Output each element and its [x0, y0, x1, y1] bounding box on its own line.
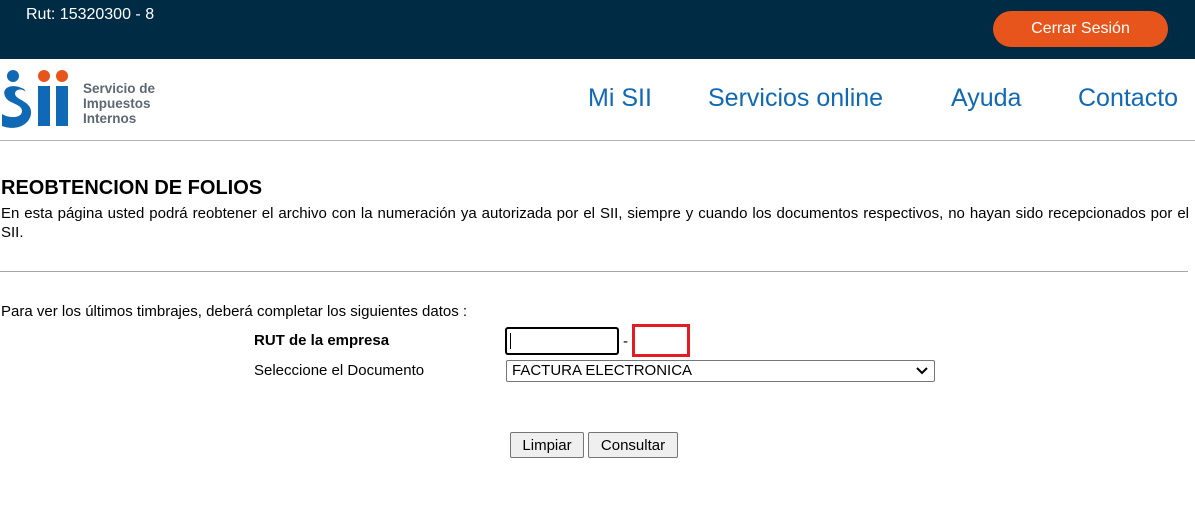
content-divider: [0, 271, 1188, 272]
submit-button[interactable]: Consultar: [588, 432, 678, 458]
text-cursor: [510, 333, 511, 349]
header-divider: [0, 140, 1195, 141]
form-instructions: Para ver los últimos timbrajes, deberá c…: [1, 303, 468, 320]
nav-servicios-online[interactable]: Servicios online: [708, 84, 883, 113]
sii-logo-icon[interactable]: [0, 67, 70, 129]
chevron-down-icon: [916, 367, 928, 375]
rut-label: RUT de la empresa: [254, 332, 390, 349]
page-description: En esta página usted podrá reobtener el …: [1, 205, 1189, 241]
logo-line: Servicio de: [83, 81, 156, 96]
clear-button[interactable]: Limpiar: [510, 432, 584, 458]
top-bar: Rut: 15320300 - 8 Cerrar Sesión: [0, 0, 1195, 59]
document-select-value: FACTURA ELECTRONICA: [512, 362, 693, 379]
logo-text: Servicio de Impuestos Internos: [83, 81, 155, 126]
document-label: Seleccione el Documento: [254, 362, 425, 379]
page-title: REOBTENCION DE FOLIOS: [1, 177, 263, 199]
rut-input[interactable]: [506, 328, 618, 354]
logo-line: Internos: [83, 111, 137, 126]
logout-button[interactable]: Cerrar Sesión: [993, 11, 1168, 47]
logo-line: Impuestos: [83, 96, 151, 111]
document-select[interactable]: FACTURA ELECTRONICA: [506, 360, 935, 382]
nav-contacto[interactable]: Contacto: [1078, 84, 1178, 113]
user-rut: Rut: 15320300 - 8: [26, 6, 155, 23]
nav-ayuda[interactable]: Ayuda: [951, 84, 1021, 113]
nav-mi-sii[interactable]: Mi SII: [588, 84, 652, 113]
rut-dv-input[interactable]: [632, 324, 690, 357]
rut-separator: -: [623, 333, 628, 350]
